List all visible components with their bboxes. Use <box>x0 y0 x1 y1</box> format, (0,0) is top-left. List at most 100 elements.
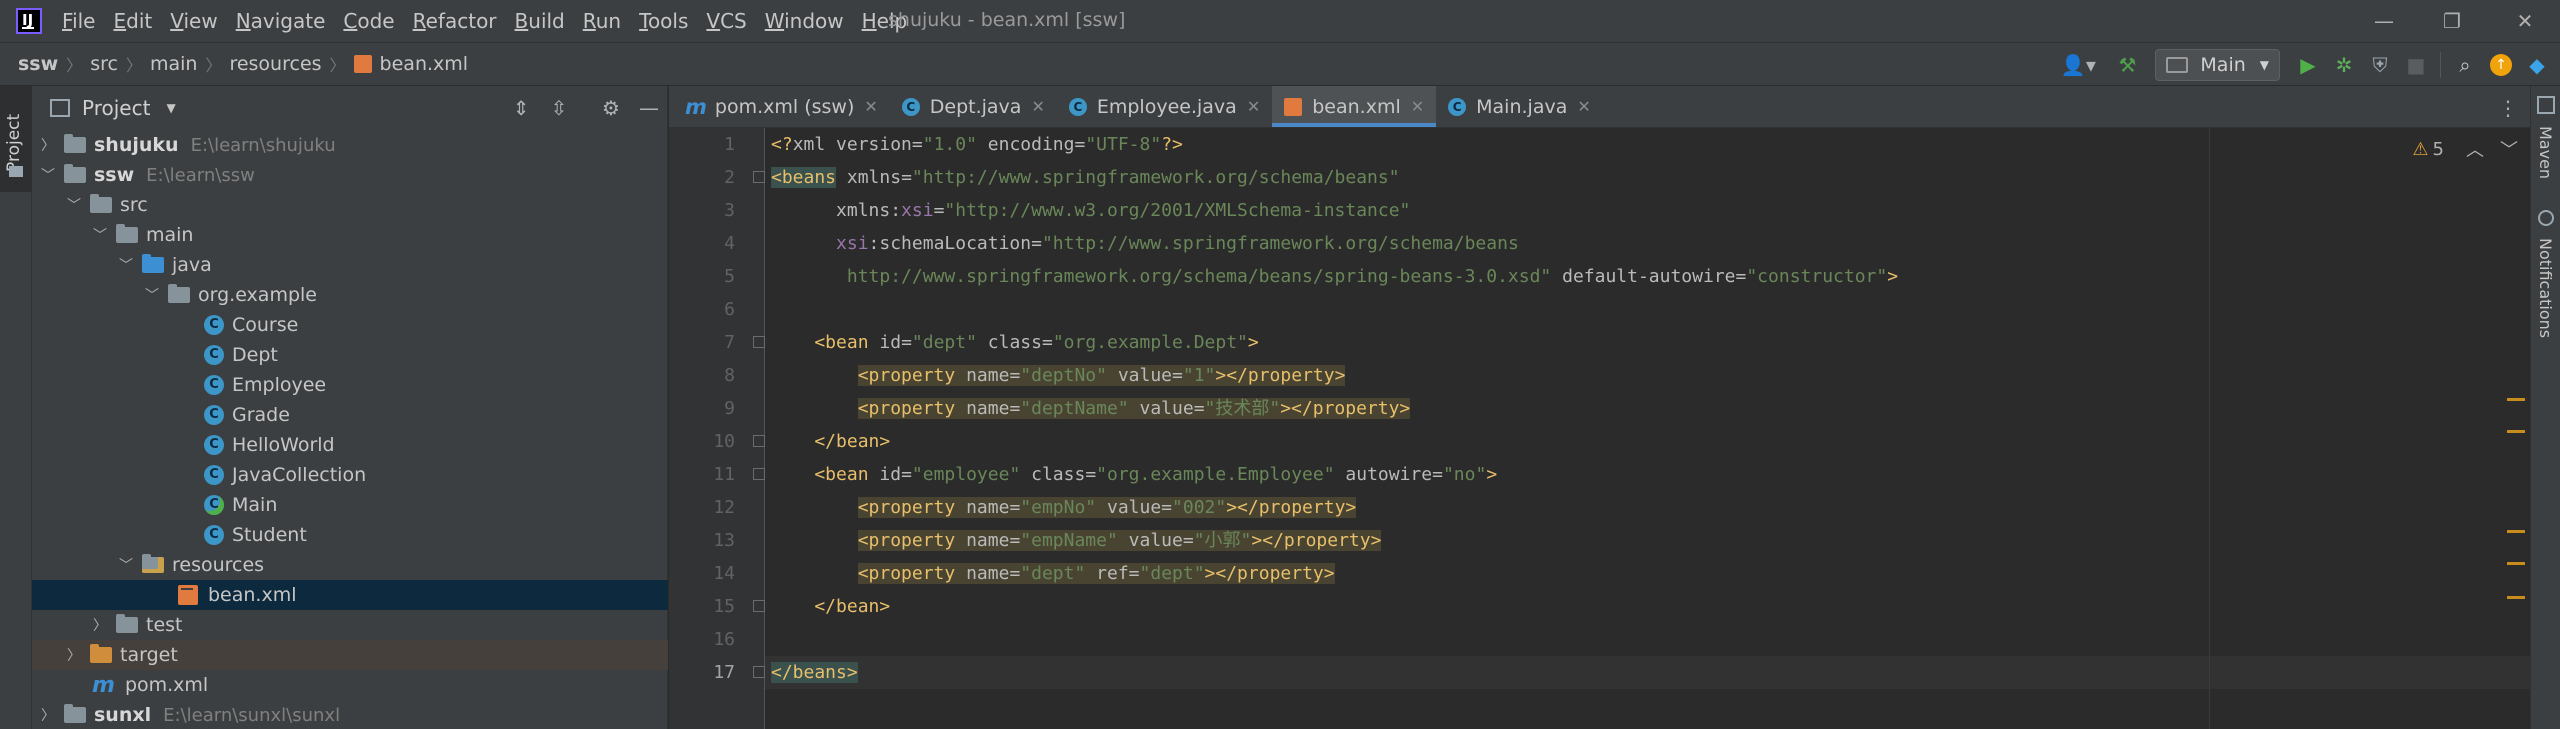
tree-item-java[interactable]: ﹀ java <box>32 250 668 280</box>
warning-stripe-marker[interactable] <box>2507 596 2525 599</box>
tree-item-course[interactable]: C Course <box>32 310 668 340</box>
collapse-all-icon[interactable]: ⇳ <box>544 93 574 123</box>
tree-item-grade[interactable]: C Grade <box>32 400 668 430</box>
close-icon[interactable]: ✕ <box>1411 97 1424 116</box>
chevron-right-icon[interactable]: 〉 <box>64 645 84 665</box>
more-tabs-icon[interactable]: ⋮ <box>2498 96 2518 120</box>
menu-navigate[interactable]: Navigate <box>236 9 326 33</box>
menu-window[interactable]: Window <box>765 9 844 33</box>
warning-stripe-marker[interactable] <box>2507 530 2525 533</box>
tree-item-dept[interactable]: C Dept <box>32 340 668 370</box>
close-icon[interactable]: ✕ <box>1577 97 1590 116</box>
restore-icon[interactable]: ❐ <box>2432 6 2472 36</box>
warning-stripe-marker[interactable] <box>2507 430 2525 433</box>
maven-tool-icon[interactable] <box>2537 96 2555 114</box>
menu-build[interactable]: Build <box>515 9 565 33</box>
update-icon[interactable]: ↑ <box>2486 50 2516 80</box>
close-icon[interactable]: ✕ <box>864 97 877 116</box>
chevron-down-icon[interactable]: ﹀ <box>90 225 110 245</box>
tree-item-test[interactable]: 〉 test <box>32 610 668 640</box>
fold-marker-icon[interactable] <box>753 468 765 480</box>
chevron-down-icon[interactable]: ﹀ <box>2500 136 2518 162</box>
menu-file[interactable]: File <box>62 9 95 33</box>
warning-stripe-marker[interactable] <box>2507 398 2525 401</box>
close-window-icon[interactable]: ✕ <box>2505 6 2545 36</box>
code-editor[interactable]: ⚠ 5 ︿ ﹀ <?xml version="1.0" encoding="UT… <box>765 128 2530 729</box>
debug-icon[interactable]: ✲ <box>2329 50 2359 80</box>
chevron-down-icon[interactable]: ﹀ <box>142 285 162 305</box>
chevron-down-icon[interactable]: ﹀ <box>116 555 136 575</box>
maven-tool-tab[interactable]: Maven <box>2536 126 2555 179</box>
coverage-icon[interactable]: ⛨ <box>2365 50 2395 80</box>
folder-icon <box>116 614 138 633</box>
tree-item-resources[interactable]: ﹀ resources <box>32 550 668 580</box>
build-hammer-icon[interactable]: ⚒ <box>2112 50 2142 80</box>
menu-tools[interactable]: Tools <box>639 9 688 33</box>
menu-code[interactable]: Code <box>343 9 394 33</box>
run-configuration-select[interactable]: Main ▼ <box>2155 49 2280 81</box>
warning-stripe-marker[interactable] <box>2507 562 2525 565</box>
expand-all-icon[interactable]: ⇕ <box>506 93 536 123</box>
tab-main-java[interactable]: C Main.java ✕ <box>1436 86 1603 127</box>
breadcrumb-bean-xml[interactable]: bean.xml <box>380 53 469 75</box>
stop-icon[interactable]: ■ <box>2401 50 2431 80</box>
run-icon[interactable]: ▶ <box>2293 50 2323 80</box>
tab-bean-xml[interactable]: bean.xml ✕ <box>1272 86 1437 127</box>
tree-item-main-class[interactable]: C Main <box>32 490 668 520</box>
breadcrumb-ssw[interactable]: ssw <box>18 53 58 75</box>
tree-item-shujuku[interactable]: 〉 shujuku E:\learn\shujuku <box>32 130 668 160</box>
breadcrumb-main[interactable]: main <box>150 53 197 75</box>
fold-marker-icon[interactable] <box>753 171 765 183</box>
project-tool-tab[interactable]: Project <box>0 86 32 192</box>
chevron-down-icon[interactable]: ﹀ <box>38 165 58 185</box>
tree-item-org-example[interactable]: ﹀ org.example <box>32 280 668 310</box>
user-icon[interactable]: 👤▾ <box>2057 50 2099 80</box>
inspection-widget[interactable]: ⚠ 5 ︿ ﹀ <box>2412 136 2518 162</box>
search-icon[interactable]: ⌕ <box>2450 50 2480 80</box>
chevron-right-icon[interactable]: 〉 <box>38 705 58 725</box>
tab-pom-xml[interactable]: m pom.xml (ssw) ✕ <box>669 86 890 127</box>
menu-vcs[interactable]: VCS <box>706 9 746 33</box>
close-icon[interactable]: ✕ <box>1247 97 1260 116</box>
tree-item-target[interactable]: 〉 target <box>32 640 668 670</box>
tree-item-src[interactable]: ﹀ src <box>32 190 668 220</box>
menu-view[interactable]: View <box>170 9 217 33</box>
chevron-up-icon[interactable]: ︿ <box>2466 136 2484 162</box>
tree-item-main[interactable]: ﹀ main <box>32 220 668 250</box>
jetbrains-toolbox-icon[interactable]: ◆ <box>2522 50 2552 80</box>
line-number: 7 <box>724 332 735 353</box>
tree-item-bean-xml[interactable]: bean.xml <box>32 580 668 610</box>
tab-dept-java[interactable]: C Dept.java ✕ <box>890 86 1057 127</box>
tree-item-sunxl[interactable]: 〉 sunxl E:\learn\sunxl\sunxl <box>32 700 668 729</box>
chevron-right-icon[interactable]: 〉 <box>90 615 110 635</box>
fold-marker-icon[interactable] <box>753 666 765 678</box>
tree-item-javacollection[interactable]: C JavaCollection <box>32 460 668 490</box>
tree-item-helloworld[interactable]: C HelloWorld <box>32 430 668 460</box>
menu-refactor[interactable]: Refactor <box>413 9 497 33</box>
code-line-5: http://www.springframework.org/schema/be… <box>771 266 1899 287</box>
menu-run[interactable]: Run <box>583 9 621 33</box>
chevron-down-icon[interactable]: ▼ <box>166 101 175 115</box>
tree-item-employee[interactable]: C Employee <box>32 370 668 400</box>
breadcrumb-resources[interactable]: resources <box>229 53 321 75</box>
chevron-right-icon[interactable]: 〉 <box>38 135 58 155</box>
notifications-tool-tab[interactable]: Notifications <box>2536 238 2555 338</box>
fold-marker-icon[interactable] <box>753 435 765 447</box>
chevron-down-icon[interactable]: ﹀ <box>64 195 84 215</box>
minimize-icon[interactable]: — <box>2364 6 2404 36</box>
tree-item-pom-xml[interactable]: m pom.xml <box>32 670 668 700</box>
menu-edit[interactable]: Edit <box>113 9 152 33</box>
tab-employee-java[interactable]: C Employee.java ✕ <box>1057 86 1272 127</box>
tree-item-ssw[interactable]: ﹀ ssw E:\learn\ssw <box>32 160 668 190</box>
tree-item-student[interactable]: C Student <box>32 520 668 550</box>
line-number: 9 <box>724 398 735 419</box>
close-icon[interactable]: ✕ <box>1031 97 1044 116</box>
notifications-bell-icon[interactable] <box>2538 210 2554 226</box>
fold-marker-icon[interactable] <box>753 336 765 348</box>
hide-panel-icon[interactable]: — <box>634 93 664 123</box>
chevron-down-icon[interactable]: ﹀ <box>116 255 136 275</box>
breadcrumb-src[interactable]: src <box>90 53 118 75</box>
gear-icon[interactable]: ⚙ <box>596 93 626 123</box>
fold-marker-icon[interactable] <box>753 600 765 612</box>
project-view-select[interactable]: Project <box>82 96 150 120</box>
